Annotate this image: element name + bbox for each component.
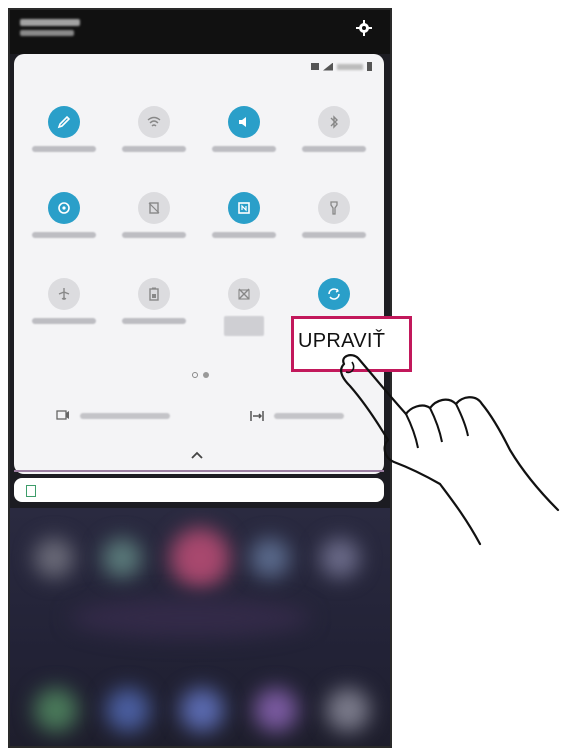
tile-data[interactable] bbox=[204, 276, 284, 348]
location-icon bbox=[48, 192, 80, 224]
file-share-icon bbox=[250, 411, 264, 421]
panel-divider bbox=[14, 470, 384, 472]
tile-label bbox=[32, 232, 96, 238]
tile-location[interactable] bbox=[24, 190, 104, 262]
bluetooth-icon bbox=[318, 106, 350, 138]
screen-sharing-toggle[interactable] bbox=[56, 406, 170, 426]
rotate-lock-icon bbox=[138, 192, 170, 224]
tile-edit[interactable] bbox=[24, 104, 104, 176]
battery-icon bbox=[367, 62, 372, 71]
pencil-icon bbox=[48, 106, 80, 138]
flashlight-icon bbox=[318, 192, 350, 224]
tile-label bbox=[302, 146, 366, 152]
tile-rotate[interactable] bbox=[114, 190, 194, 262]
pointing-hand-icon bbox=[340, 354, 560, 546]
page-dot-active bbox=[192, 372, 198, 378]
sync-icon bbox=[318, 278, 350, 310]
tile-flashlight[interactable] bbox=[294, 190, 374, 262]
tile-battery-saver[interactable] bbox=[114, 276, 194, 348]
tile-wifi[interactable] bbox=[114, 104, 194, 176]
data-off-icon bbox=[228, 278, 260, 310]
tile-label bbox=[212, 232, 276, 238]
tile-bluetooth[interactable] bbox=[294, 104, 374, 176]
page-indicator bbox=[192, 372, 209, 378]
tile-sound[interactable] bbox=[204, 104, 284, 176]
battery-saver-icon bbox=[138, 278, 170, 310]
tile-label bbox=[212, 146, 276, 152]
collapse-chevron-up-icon[interactable] bbox=[190, 450, 204, 460]
tile-label bbox=[32, 146, 96, 152]
page-dot bbox=[203, 372, 209, 378]
sound-icon bbox=[228, 106, 260, 138]
airplane-icon bbox=[48, 278, 80, 310]
panel-status-icons bbox=[311, 62, 372, 71]
screen-share-icon bbox=[56, 410, 69, 420]
nfc-status-icon bbox=[311, 63, 319, 70]
screen-sharing-label bbox=[80, 413, 170, 419]
tile-nfc[interactable] bbox=[204, 190, 284, 262]
tile-label bbox=[122, 146, 186, 152]
signal-icon bbox=[323, 62, 333, 71]
notification-bar[interactable] bbox=[14, 478, 384, 502]
status-bar bbox=[10, 10, 390, 54]
quick-settings-panel bbox=[14, 54, 384, 474]
file-icon bbox=[26, 485, 36, 497]
tile-label bbox=[32, 318, 96, 324]
date-text bbox=[20, 30, 74, 36]
clock-text bbox=[20, 19, 80, 26]
tile-label bbox=[122, 232, 186, 238]
tile-label bbox=[224, 316, 264, 336]
wifi-icon bbox=[138, 106, 170, 138]
status-text-blur bbox=[337, 63, 363, 70]
tile-label bbox=[302, 232, 366, 238]
tile-label bbox=[122, 318, 186, 324]
tile-airplane[interactable] bbox=[24, 276, 104, 348]
settings-gear-icon[interactable] bbox=[356, 20, 372, 36]
nfc-icon bbox=[228, 192, 260, 224]
